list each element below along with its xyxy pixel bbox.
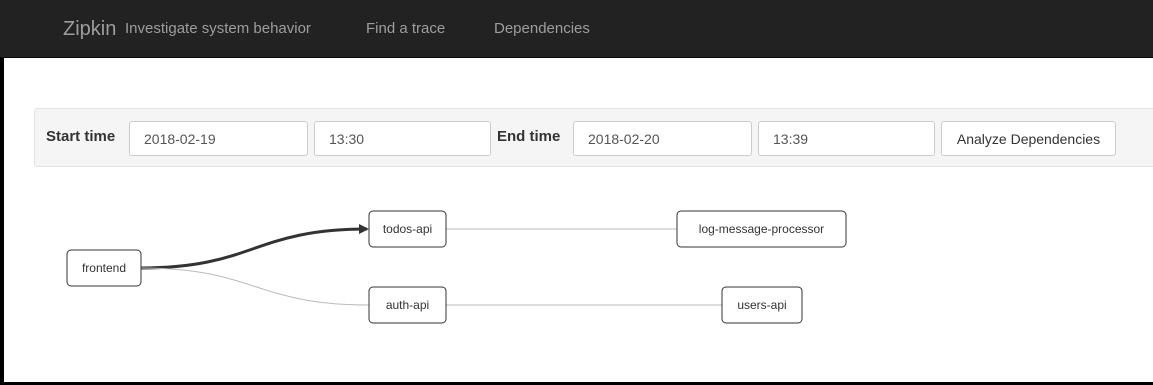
node-label: users-api xyxy=(737,298,786,312)
node-label: todos-api xyxy=(383,222,432,236)
analyze-dependencies-button[interactable]: Analyze Dependencies xyxy=(941,121,1116,156)
brand-logo[interactable]: Zipkin xyxy=(63,17,116,41)
navbar: Zipkin Investigate system behavior Find … xyxy=(0,0,1153,58)
end-time-label: End time xyxy=(497,128,561,145)
start-time-input[interactable] xyxy=(314,121,491,156)
node-label: frontend xyxy=(82,261,126,275)
nav-find-trace[interactable]: Find a trace xyxy=(366,20,445,38)
node-label: log-message-processor xyxy=(699,222,824,236)
nav-dependencies[interactable]: Dependencies xyxy=(494,20,590,38)
start-date-input[interactable] xyxy=(129,121,308,156)
node-log-message-processor[interactable]: log-message-processor xyxy=(676,210,847,248)
node-auth-api[interactable]: auth-api xyxy=(368,286,447,324)
start-time-label: Start time xyxy=(46,128,116,145)
end-time-input[interactable] xyxy=(758,121,935,156)
node-label: auth-api xyxy=(386,298,429,312)
node-frontend[interactable]: frontend xyxy=(66,249,142,287)
node-users-api[interactable]: users-api xyxy=(721,286,803,324)
end-date-input[interactable] xyxy=(573,121,752,156)
node-todos-api[interactable]: todos-api xyxy=(368,210,447,248)
nav-investigate[interactable]: Investigate system behavior xyxy=(125,20,311,38)
